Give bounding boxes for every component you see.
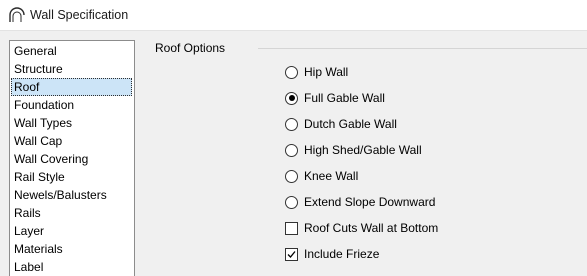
- dutch-gable-wall-radio[interactable]: Dutch Gable Wall: [285, 116, 397, 132]
- category-item-layer[interactable]: Layer: [11, 222, 132, 240]
- category-item-materials[interactable]: Materials: [11, 240, 132, 258]
- radio-unchecked-icon[interactable]: [285, 117, 298, 131]
- radio-unchecked-icon[interactable]: [285, 65, 298, 79]
- category-list[interactable]: General Structure Roof Foundation Wall T…: [9, 40, 135, 276]
- category-item-wall-covering[interactable]: Wall Covering: [11, 150, 132, 168]
- checkbox-unchecked-icon[interactable]: [285, 221, 298, 235]
- category-item-newels-balusters[interactable]: Newels/Balusters: [11, 186, 132, 204]
- dutch-gable-wall-label: Dutch Gable Wall: [304, 117, 397, 131]
- hip-wall-label: Hip Wall: [304, 65, 349, 79]
- hip-wall-radio[interactable]: Hip Wall: [285, 64, 348, 80]
- arch-wall-icon: [8, 6, 26, 24]
- category-item-rails[interactable]: Rails: [11, 204, 132, 222]
- wall-specification-dialog: Wall Specification General Structure Roo…: [0, 0, 587, 276]
- radio-unchecked-icon[interactable]: [285, 195, 298, 209]
- window-title: Wall Specification: [30, 8, 129, 22]
- knee-wall-radio[interactable]: Knee Wall: [285, 168, 358, 184]
- category-item-wall-cap[interactable]: Wall Cap: [11, 132, 132, 150]
- roof-cuts-wall-at-bottom-label: Roof Cuts Wall at Bottom: [304, 221, 439, 235]
- include-frieze-label: Include Frieze: [304, 247, 380, 261]
- category-item-rail-style[interactable]: Rail Style: [11, 168, 132, 186]
- extend-slope-downward-label: Extend Slope Downward: [304, 195, 436, 209]
- category-item-label[interactable]: Label: [11, 258, 132, 276]
- full-gable-wall-label: Full Gable Wall: [304, 91, 385, 105]
- extend-slope-downward-radio[interactable]: Extend Slope Downward: [285, 194, 435, 210]
- checkbox-checked-icon[interactable]: [285, 247, 298, 261]
- high-shed-gable-wall-radio[interactable]: High Shed/Gable Wall: [285, 142, 422, 158]
- radio-unchecked-icon[interactable]: [285, 169, 298, 183]
- category-item-structure[interactable]: Structure: [11, 60, 132, 78]
- category-item-foundation[interactable]: Foundation: [11, 96, 132, 114]
- category-item-general[interactable]: General: [11, 42, 132, 60]
- title-bar[interactable]: Wall Specification: [0, 0, 587, 31]
- roof-options-group-label: Roof Options: [155, 41, 230, 55]
- category-item-wall-types[interactable]: Wall Types: [11, 114, 132, 132]
- radio-unchecked-icon[interactable]: [285, 143, 298, 157]
- checkmark-icon: [287, 250, 296, 258]
- include-frieze-checkbox[interactable]: Include Frieze: [285, 246, 379, 262]
- group-divider: [258, 48, 587, 49]
- category-item-roof[interactable]: Roof: [11, 78, 132, 96]
- radio-checked-icon[interactable]: [285, 91, 298, 105]
- knee-wall-label: Knee Wall: [304, 169, 359, 183]
- high-shed-gable-wall-label: High Shed/Gable Wall: [304, 143, 422, 157]
- full-gable-wall-radio[interactable]: Full Gable Wall: [285, 90, 385, 106]
- roof-cuts-wall-at-bottom-checkbox[interactable]: Roof Cuts Wall at Bottom: [285, 220, 438, 236]
